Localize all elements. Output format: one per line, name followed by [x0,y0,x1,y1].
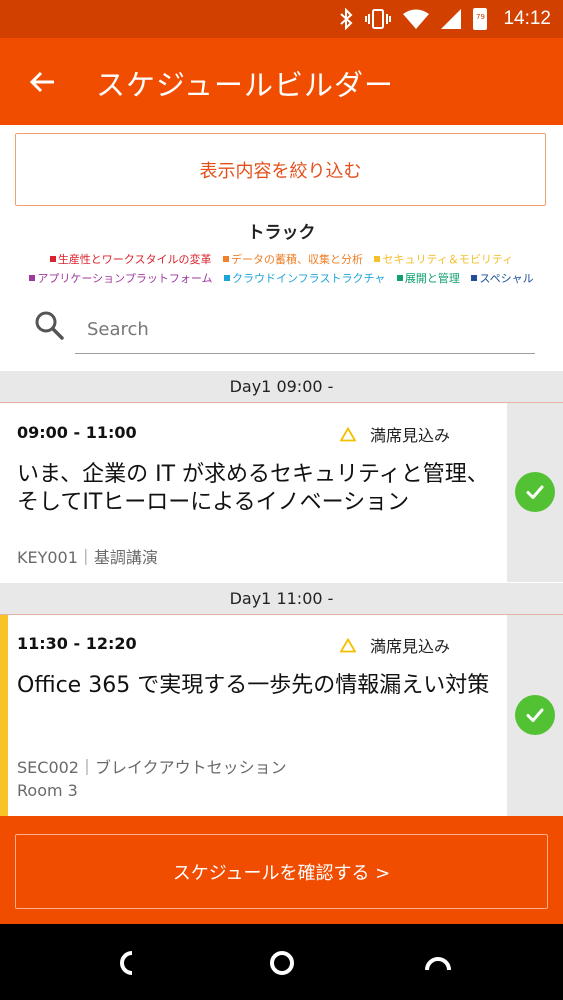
vibrate-icon [365,9,392,29]
legend-swatch [222,256,229,262]
legend-swatch [49,256,56,262]
search-input[interactable] [75,306,535,354]
battery-icon: 79 [473,8,488,30]
track-legend-item[interactable]: 生産性とワークスタイルの変革 [49,253,212,266]
session-room: Room 3 [17,781,78,800]
app-bar: スケジュールビルダー [0,38,563,125]
nav-home-icon[interactable] [267,948,297,978]
back-button[interactable] [20,60,64,104]
bottom-action-bar: スケジュールを確認する > [0,816,563,924]
track-legend-item[interactable]: アプリケーションプラットフォーム [29,272,213,285]
session-card[interactable]: 09:00 - 11:00 満席見込み いま、企業の IT が求めるセキュリティ… [0,403,507,582]
legend-label: スペシャル [479,272,534,285]
status-icons: 79 14:12 [339,0,551,38]
track-legend-item[interactable]: データの蓄積、収集と分析 [222,253,363,266]
track-legend-row-2: アプリケーションプラットフォーム クラウドインフラストラクチャ 展開と管理 スペ… [0,270,563,286]
legend-label: アプリケーションプラットフォーム [37,272,213,285]
session-time: 11:30 - 12:20 [17,634,137,653]
availability-badge: 満席見込み [340,422,450,446]
checkmark-icon [526,708,544,722]
search-bar [34,306,535,354]
legend-swatch [374,256,381,262]
legend-swatch [224,275,231,281]
legend-label: クラウドインフラストラクチャ [232,272,386,285]
track-legend-row-1: 生産性とワークスタイルの変革 データの蓄積、収集と分析 セキュリティ＆モビリティ [0,251,563,267]
wifi-icon [403,9,430,29]
legend-label: 展開と管理 [404,272,460,285]
track-legend-item[interactable]: 展開と管理 [396,272,460,285]
legend-swatch [396,275,403,281]
session-code: SEC002｜ブレイクアウトセッション [17,758,287,777]
page-title: スケジュールビルダー [96,68,394,102]
session-title: Office 365 で実現する一歩先の情報漏えい対策 [17,673,490,698]
signal-icon [441,9,462,29]
session-time: 09:00 - 11:00 [17,423,137,442]
section-header: Day1 09:00 - [0,371,563,403]
checkmark-icon [526,485,544,499]
legend-swatch [29,275,36,281]
session-card[interactable]: 11:30 - 12:20 満席見込み Office 365 で実現する一歩先の… [0,615,507,816]
warning-icon [340,637,356,652]
search-icon [35,311,64,340]
track-legend-item[interactable]: クラウドインフラストラクチャ [224,272,385,285]
bluetooth-icon [340,8,353,30]
availability-badge: 満席見込み [340,633,450,657]
legend-label: データの蓄積、収集と分析 [230,253,363,266]
status-time: 14:12 [503,8,551,29]
session-title: いま、企業の IT が求めるセキュリティと管理、そしてITヒーローによるイノベー… [17,462,489,515]
track-legend-item[interactable]: セキュリティ＆モビリティ [374,253,513,266]
battery-level: 79 [475,13,485,21]
filter-button[interactable]: 表示内容を絞り込む [15,133,546,206]
nav-back-icon[interactable] [112,948,142,978]
track-title: トラック [247,223,316,243]
track-legend-item[interactable]: スペシャル [471,272,534,285]
system-nav-bar [0,924,563,1000]
legend-label: セキュリティ＆モビリティ [382,253,514,266]
warning-icon [340,426,356,441]
track-accent-bar [0,615,8,816]
availability-label: 満席見込み [370,426,451,445]
legend-label: 生産性とワークスタイルの変革 [57,253,212,266]
availability-label: 満席見込み [370,637,451,656]
section-header: Day1 11:00 - [0,583,563,615]
arrow-left-icon [29,71,54,93]
nav-recents-icon[interactable] [423,948,453,978]
check-icon[interactable] [515,472,555,512]
session-code: KEY001｜基調講演 [17,548,158,567]
legend-swatch [471,275,478,281]
check-icon[interactable] [515,695,555,735]
confirm-schedule-button[interactable]: スケジュールを確認する > [15,834,548,909]
status-bar: 79 14:12 [0,0,563,38]
